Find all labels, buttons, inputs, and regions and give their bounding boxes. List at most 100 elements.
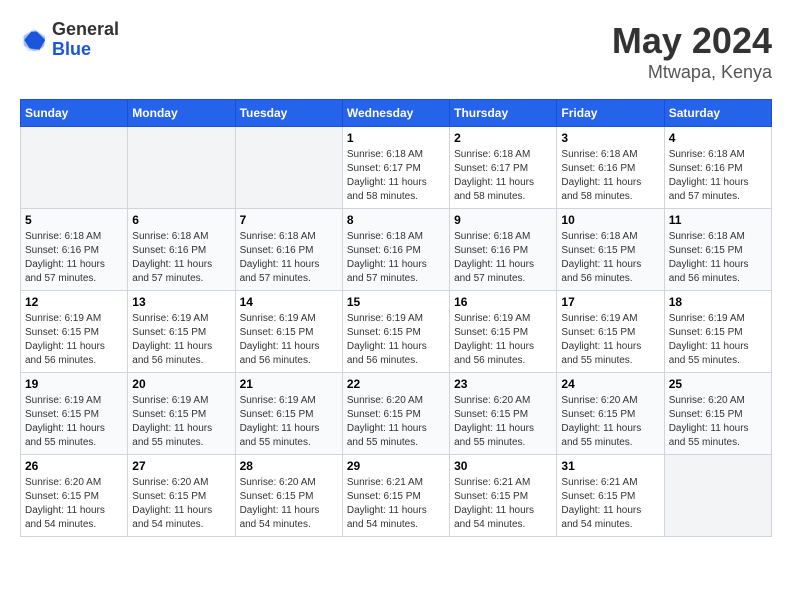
day-info: Sunrise: 6:19 AMSunset: 6:15 PMDaylight:… xyxy=(347,312,445,368)
day-number: 7 xyxy=(240,213,338,227)
day-number: 9 xyxy=(454,213,552,227)
weekday-header: Monday xyxy=(128,100,235,127)
day-number: 17 xyxy=(561,295,659,309)
logo-text: General Blue xyxy=(52,20,119,60)
day-info: Sunrise: 6:20 AMSunset: 6:15 PMDaylight:… xyxy=(454,394,552,450)
page-header: General Blue May 2024 Mtwapa, Kenya xyxy=(20,20,772,83)
calendar-week-row: 19Sunrise: 6:19 AMSunset: 6:15 PMDayligh… xyxy=(21,373,772,455)
day-info: Sunrise: 6:21 AMSunset: 6:15 PMDaylight:… xyxy=(454,476,552,532)
day-info: Sunrise: 6:20 AMSunset: 6:15 PMDaylight:… xyxy=(240,476,338,532)
calendar-table: SundayMondayTuesdayWednesdayThursdayFrid… xyxy=(20,99,772,537)
day-info: Sunrise: 6:20 AMSunset: 6:15 PMDaylight:… xyxy=(347,394,445,450)
calendar-cell: 6Sunrise: 6:18 AMSunset: 6:16 PMDaylight… xyxy=(128,209,235,291)
day-number: 20 xyxy=(132,377,230,391)
calendar-cell: 15 Sunrise: 6:19 AMSunset: 6:15 PMDayligh… xyxy=(342,291,449,373)
calendar-cell: 27 Sunrise: 6:20 AMSunset: 6:15 PMDayligh… xyxy=(128,455,235,537)
calendar-cell xyxy=(128,127,235,209)
weekday-header: Wednesday xyxy=(342,100,449,127)
calendar-cell xyxy=(664,455,771,537)
day-info: Sunrise: 6:19 AMSunset: 6:15 PMDaylight:… xyxy=(669,312,767,368)
day-number: 1 xyxy=(347,131,445,145)
calendar-cell: 4 Sunrise: 6:18 AMSunset: 6:16 PMDaylight… xyxy=(664,127,771,209)
calendar-cell: 13Sunrise: 6:19 AMSunset: 6:15 PMDayligh… xyxy=(128,291,235,373)
day-number: 31 xyxy=(561,459,659,473)
day-number: 11 xyxy=(669,213,767,227)
day-info: Sunrise: 6:19 AMSunset: 6:15 PMDaylight:… xyxy=(25,312,123,368)
day-number: 8 xyxy=(347,213,445,227)
day-info: Sunrise: 6:20 AMSunset: 6:15 PMDaylight:… xyxy=(25,476,123,532)
calendar-cell: 11 Sunrise: 6:18 AMSunset: 6:15 PMDayligh… xyxy=(664,209,771,291)
calendar-week-row: 5Sunrise: 6:18 AMSunset: 6:16 PMDaylight… xyxy=(21,209,772,291)
calendar-cell: 29Sunrise: 6:21 AMSunset: 6:15 PMDayligh… xyxy=(342,455,449,537)
calendar-cell: 1 Sunrise: 6:18 AMSunset: 6:17 PMDaylight… xyxy=(342,127,449,209)
day-info: Sunrise: 6:18 AMSunset: 6:16 PMDaylight:… xyxy=(561,148,659,204)
day-number: 16 xyxy=(454,295,552,309)
day-info: Sunrise: 6:19 AMSunset: 6:15 PMDaylight:… xyxy=(561,312,659,368)
logo-blue: Blue xyxy=(52,40,119,60)
day-info: Sunrise: 6:18 AMSunset: 6:15 PMDaylight:… xyxy=(561,230,659,286)
day-number: 25 xyxy=(669,377,767,391)
weekday-header: Friday xyxy=(557,100,664,127)
day-info: Sunrise: 6:18 AMSunset: 6:16 PMDaylight:… xyxy=(132,230,230,286)
day-info: Sunrise: 6:20 AMSunset: 6:15 PMDaylight:… xyxy=(669,394,767,450)
calendar-cell: 14Sunrise: 6:19 AMSunset: 6:15 PMDayligh… xyxy=(235,291,342,373)
day-info: Sunrise: 6:21 AMSunset: 6:15 PMDaylight:… xyxy=(561,476,659,532)
calendar-header-row: SundayMondayTuesdayWednesdayThursdayFrid… xyxy=(21,100,772,127)
day-number: 10 xyxy=(561,213,659,227)
day-number: 15 xyxy=(347,295,445,309)
logo-icon xyxy=(20,26,48,54)
calendar-cell: 2 Sunrise: 6:18 AMSunset: 6:17 PMDaylight… xyxy=(450,127,557,209)
day-info: Sunrise: 6:20 AMSunset: 6:15 PMDaylight:… xyxy=(561,394,659,450)
calendar-cell: 19Sunrise: 6:19 AMSunset: 6:15 PMDayligh… xyxy=(21,373,128,455)
calendar-cell: 20 Sunrise: 6:19 AMSunset: 6:15 PMDayligh… xyxy=(128,373,235,455)
day-number: 22 xyxy=(347,377,445,391)
calendar-cell: 23 Sunrise: 6:20 AMSunset: 6:15 PMDayligh… xyxy=(450,373,557,455)
day-number: 4 xyxy=(669,131,767,145)
weekday-header: Saturday xyxy=(664,100,771,127)
calendar-cell: 5Sunrise: 6:18 AMSunset: 6:16 PMDaylight… xyxy=(21,209,128,291)
day-info: Sunrise: 6:18 AMSunset: 6:16 PMDaylight:… xyxy=(454,230,552,286)
calendar-week-row: 12 Sunrise: 6:19 AMSunset: 6:15 PMDayligh… xyxy=(21,291,772,373)
day-info: Sunrise: 6:20 AMSunset: 6:15 PMDaylight:… xyxy=(132,476,230,532)
calendar-cell: 10 Sunrise: 6:18 AMSunset: 6:15 PMDayligh… xyxy=(557,209,664,291)
calendar-cell: 28 Sunrise: 6:20 AMSunset: 6:15 PMDayligh… xyxy=(235,455,342,537)
calendar-location: Mtwapa, Kenya xyxy=(612,62,772,83)
day-info: Sunrise: 6:18 AMSunset: 6:16 PMDaylight:… xyxy=(347,230,445,286)
day-info: Sunrise: 6:18 AMSunset: 6:16 PMDaylight:… xyxy=(25,230,123,286)
day-info: Sunrise: 6:19 AMSunset: 6:15 PMDaylight:… xyxy=(454,312,552,368)
calendar-cell: 18Sunrise: 6:19 AMSunset: 6:15 PMDayligh… xyxy=(664,291,771,373)
day-info: Sunrise: 6:19 AMSunset: 6:15 PMDaylight:… xyxy=(25,394,123,450)
calendar-cell: 17 Sunrise: 6:19 AMSunset: 6:15 PMDayligh… xyxy=(557,291,664,373)
day-number: 30 xyxy=(454,459,552,473)
day-number: 13 xyxy=(132,295,230,309)
day-info: Sunrise: 6:18 AMSunset: 6:17 PMDaylight:… xyxy=(347,148,445,204)
day-number: 23 xyxy=(454,377,552,391)
logo-general: General xyxy=(52,20,119,40)
day-info: Sunrise: 6:19 AMSunset: 6:15 PMDaylight:… xyxy=(132,394,230,450)
day-number: 28 xyxy=(240,459,338,473)
day-number: 12 xyxy=(25,295,123,309)
calendar-cell: 9 Sunrise: 6:18 AMSunset: 6:16 PMDaylight… xyxy=(450,209,557,291)
day-info: Sunrise: 6:18 AMSunset: 6:15 PMDaylight:… xyxy=(669,230,767,286)
weekday-header: Tuesday xyxy=(235,100,342,127)
weekday-header: Thursday xyxy=(450,100,557,127)
day-number: 2 xyxy=(454,131,552,145)
day-number: 21 xyxy=(240,377,338,391)
day-info: Sunrise: 6:18 AMSunset: 6:17 PMDaylight:… xyxy=(454,148,552,204)
calendar-cell: 30 Sunrise: 6:21 AMSunset: 6:15 PMDayligh… xyxy=(450,455,557,537)
calendar-cell: 31 Sunrise: 6:21 AMSunset: 6:15 PMDayligh… xyxy=(557,455,664,537)
calendar-week-row: 26 Sunrise: 6:20 AMSunset: 6:15 PMDayligh… xyxy=(21,455,772,537)
day-number: 27 xyxy=(132,459,230,473)
day-info: Sunrise: 6:21 AMSunset: 6:15 PMDaylight:… xyxy=(347,476,445,532)
day-info: Sunrise: 6:18 AMSunset: 6:16 PMDaylight:… xyxy=(669,148,767,204)
day-number: 14 xyxy=(240,295,338,309)
calendar-cell: 12 Sunrise: 6:19 AMSunset: 6:15 PMDayligh… xyxy=(21,291,128,373)
weekday-header: Sunday xyxy=(21,100,128,127)
calendar-cell xyxy=(21,127,128,209)
calendar-cell: 3Sunrise: 6:18 AMSunset: 6:16 PMDaylight… xyxy=(557,127,664,209)
calendar-cell: 24Sunrise: 6:20 AMSunset: 6:15 PMDayligh… xyxy=(557,373,664,455)
calendar-cell: 8 Sunrise: 6:18 AMSunset: 6:16 PMDaylight… xyxy=(342,209,449,291)
day-number: 26 xyxy=(25,459,123,473)
title-block: May 2024 Mtwapa, Kenya xyxy=(612,20,772,83)
logo: General Blue xyxy=(20,20,119,60)
